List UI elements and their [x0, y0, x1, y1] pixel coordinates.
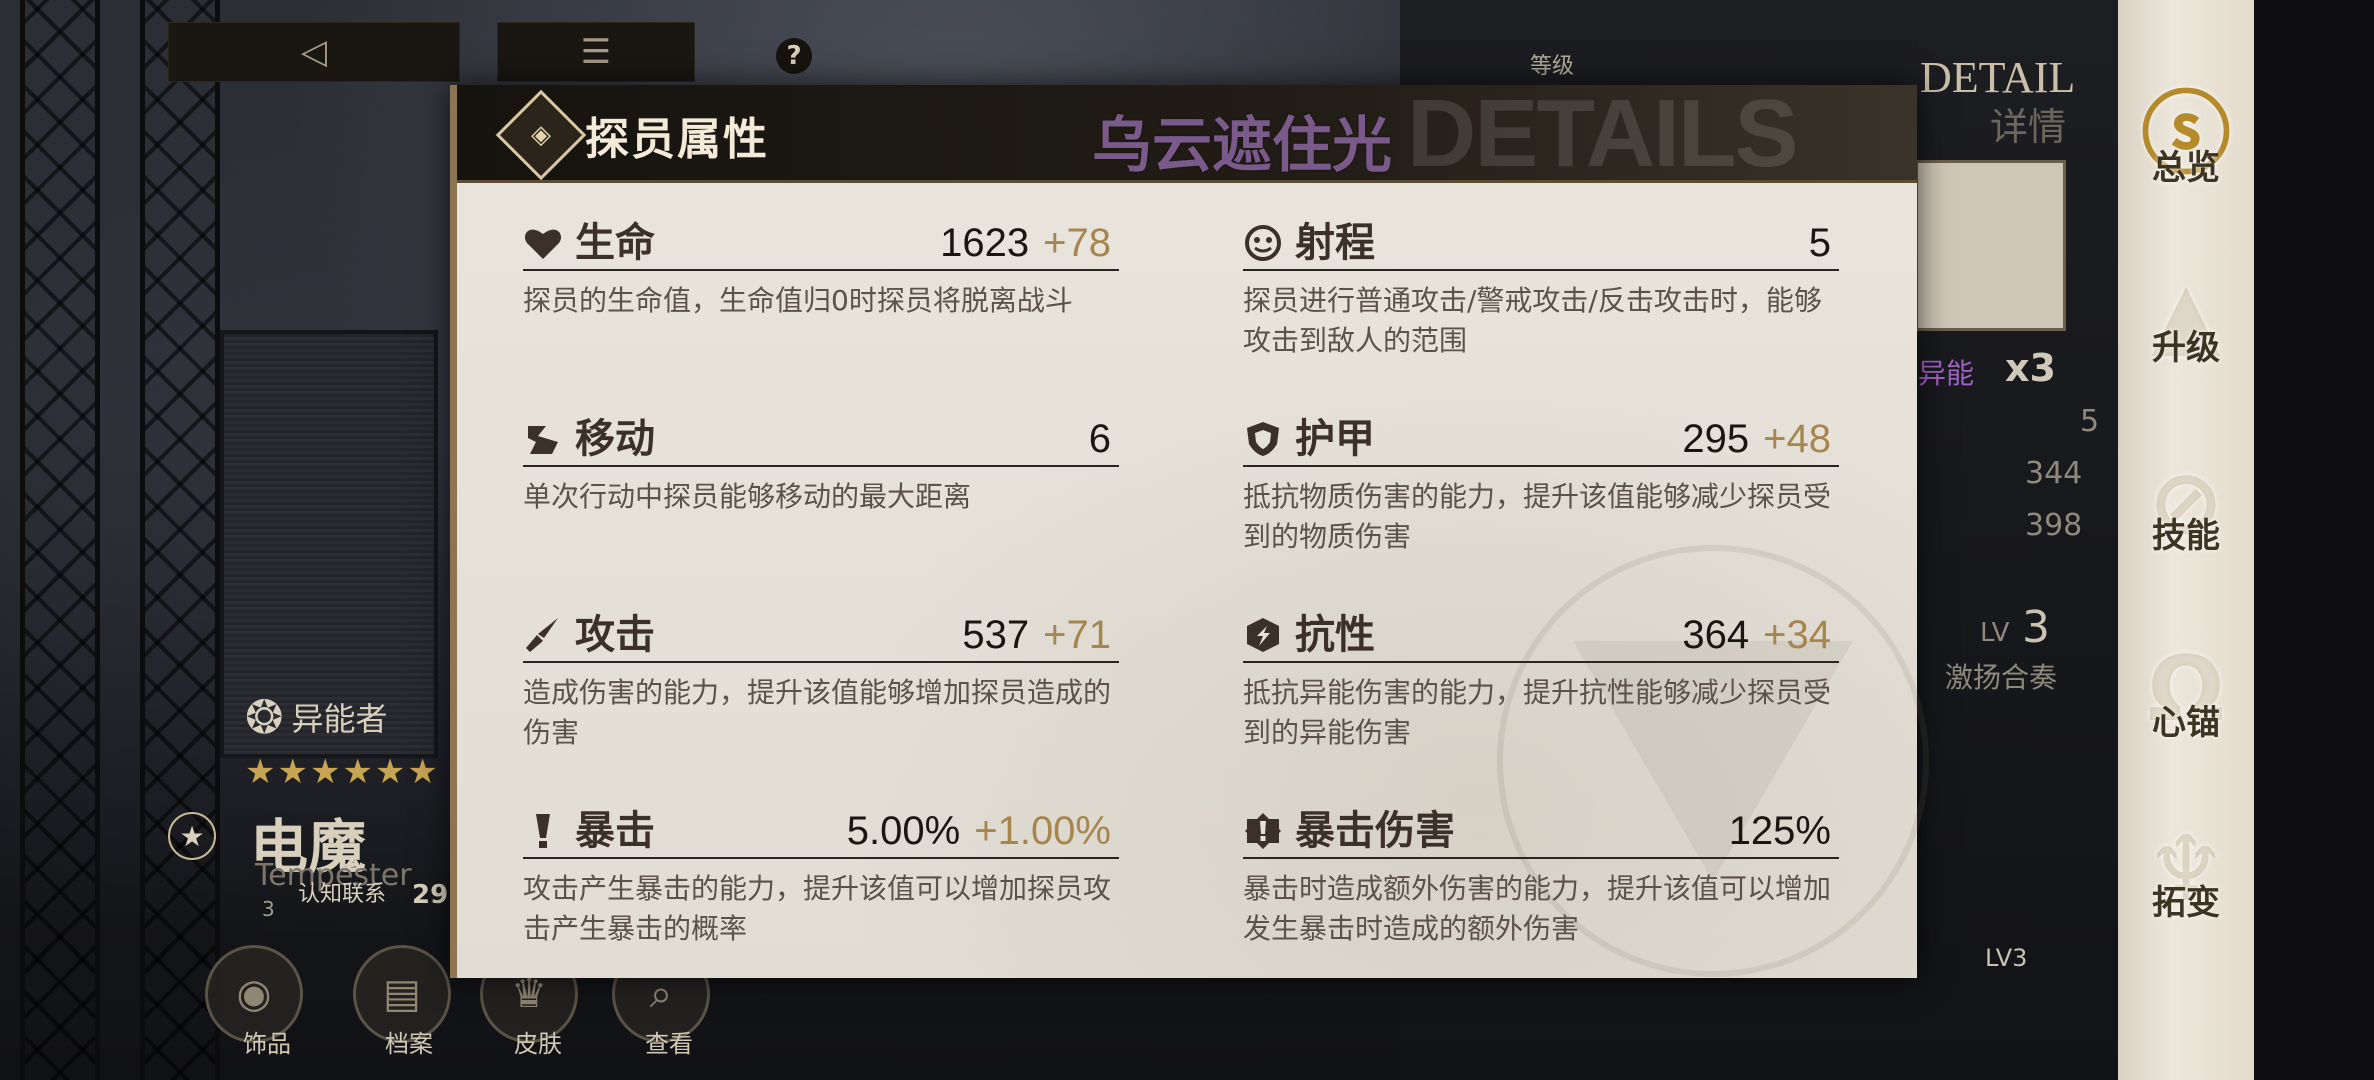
- stat-bonus-value: +48: [1763, 417, 1831, 461]
- heart-icon: [523, 223, 563, 263]
- side-item-transform[interactable]: ♆ 拓变: [2118, 825, 2254, 924]
- resist-shield-icon: [1243, 615, 1283, 655]
- stat-value: 398: [2025, 508, 2083, 543]
- shield-icon: [1243, 419, 1283, 459]
- stat-bonus-value: +78: [1043, 221, 1111, 265]
- stat-base-value: 295: [1682, 417, 1750, 461]
- stat-base-value: 5: [1808, 221, 1831, 265]
- view-label: 查看: [645, 1030, 693, 1058]
- attribute-modal: DETAILS ◈ 探员属性 乌云遮住光 生命 1623 +78 探员的生命值，生…: [450, 85, 1929, 978]
- back-button[interactable]: ◁: [168, 22, 460, 82]
- class-badge: ❂ 异能者: [245, 690, 388, 744]
- level-label: 等级: [1530, 54, 1575, 79]
- talent-label: 异能: [1918, 357, 1975, 390]
- stat-bonus-value: +71: [1043, 613, 1111, 657]
- stat-base-value: 6: [1088, 417, 1111, 461]
- stat-move: 移动 6 单次行动中探员能够移动的最大距离: [523, 413, 1119, 517]
- stat-description: 造成伤害的能力，提升该值能够增加探员造成的伤害: [523, 676, 1112, 749]
- boot-icon: [523, 419, 563, 459]
- modal-title: 探员属性: [585, 114, 769, 165]
- overlay-caption: 乌云遮住光: [1092, 111, 1392, 181]
- stat-base-value: 537: [962, 613, 1030, 657]
- stat-description: 抵抗物质伤害的能力，提升该值能够减少探员受到的物质伤害: [1243, 480, 1832, 553]
- document-icon: ▤: [383, 971, 421, 1017]
- weapon-card[interactable]: [1915, 160, 2066, 331]
- crit-damage-icon: [1243, 811, 1283, 851]
- stat-description: 探员的生命值，生命值归0时探员将脱离战斗: [523, 284, 1073, 317]
- home-button[interactable]: ☰: [497, 22, 695, 82]
- stat-name: 射程: [1295, 220, 1375, 266]
- stage-truss: [140, 0, 220, 1080]
- side-item-heart-anchor[interactable]: Ω 心锚: [2118, 645, 2254, 744]
- lv-label: LV: [1980, 618, 2010, 648]
- archive-label: 档案: [385, 1030, 433, 1058]
- sword-icon: [523, 615, 563, 655]
- favorite-star-icon[interactable]: ★: [168, 812, 216, 860]
- stat-bonus-value: +1.00%: [974, 809, 1111, 853]
- stat-base-value: 364: [1682, 613, 1750, 657]
- stat-name: 暴击伤害: [1295, 808, 1455, 854]
- stat-base-value: 1623: [940, 221, 1030, 265]
- help-button[interactable]: ?: [776, 38, 812, 74]
- side-item-overview[interactable]: ⓢ 总览: [2118, 90, 2254, 189]
- stat-crit: 暴击 5.00% +1.00% 攻击产生暴击的能力，提升该值可以增加探员攻击产生暴…: [523, 805, 1119, 949]
- stat-name: 暴击: [575, 808, 655, 854]
- modal-header: DETAILS ◈ 探员属性 乌云遮住光: [457, 85, 1917, 183]
- lv-value: 3: [2022, 602, 2050, 653]
- stat-name: 攻击: [575, 612, 655, 658]
- stat-range: 射程 5 探员进行普通攻击/警戒攻击/反击攻击时，能够攻击到敌人的范围: [1243, 217, 1839, 361]
- mask-icon: ◉: [236, 971, 272, 1017]
- header-watermark: DETAILS: [1407, 85, 1799, 183]
- stat-name: 抗性: [1295, 612, 1375, 658]
- bond-label: 认知联系: [298, 882, 387, 907]
- exclamation-icon: [523, 811, 563, 851]
- accessory-label: 饰品: [243, 1030, 291, 1058]
- stat-crit-damage: 暴击伤害 125% 暴击时造成额外伤害的能力，提升该值可以增加发生暴击时造成的额…: [1243, 805, 1839, 949]
- psychic-class-icon: ❂: [245, 690, 284, 744]
- stat-hp: 生命 1623 +78 探员的生命值，生命值归0时探员将脱离战斗: [523, 217, 1119, 321]
- stat-armor: 护甲 295 +48 抵抗物质伤害的能力，提升该值能够减少探员受到的物质伤害: [1243, 413, 1839, 557]
- side-menu: ⓢ 总览 ▲ 升级 ⊘ 技能 Ω 心锚 ♆ 拓变: [2118, 0, 2254, 1080]
- stat-resistance: 抗性 364 +34 抵抗异能伤害的能力，提升抗性能够减少探员受到的异能伤害: [1243, 609, 1839, 753]
- stat-description: 单次行动中探员能够移动的最大距离: [523, 480, 972, 513]
- back-triangle-icon: ◁: [300, 32, 328, 72]
- skill-name: 激扬合奏: [1945, 661, 2058, 694]
- screen-edge: [2254, 0, 2374, 1080]
- stat-value: 5: [2080, 404, 2100, 439]
- stat-base-value: 125%: [1728, 809, 1831, 853]
- stat-bonus-value: +34: [1763, 613, 1831, 657]
- skin-label: 皮肤: [514, 1030, 562, 1058]
- stat-description: 暴击时造成额外伤害的能力，提升该值可以增加发生暴击时造成的额外伤害: [1243, 872, 1832, 945]
- agent-icon: ◈: [495, 89, 587, 181]
- bond-value: 29: [412, 880, 449, 910]
- stat-name: 移动: [575, 416, 655, 462]
- stat-description: 抵抗异能伤害的能力，提升抗性能够减少探员受到的异能伤害: [1243, 676, 1832, 749]
- item-level: LV3: [1985, 944, 2028, 972]
- talent-count: x3: [2005, 346, 2056, 390]
- stat-value: 344: [2025, 456, 2083, 491]
- stat-attack: 攻击 537 +71 造成伤害的能力，提升该值能够增加探员造成的伤害: [523, 609, 1119, 753]
- side-item-skill[interactable]: ⊘ 技能: [2118, 458, 2254, 557]
- home-icon: ☰: [580, 32, 612, 72]
- stage-truss: [20, 0, 100, 1080]
- detail-cn-label: 详情: [1990, 105, 2067, 149]
- stat-name: 护甲: [1295, 416, 1375, 462]
- side-item-upgrade[interactable]: ▲ 升级: [2118, 270, 2254, 369]
- stat-description: 探员进行普通攻击/警戒攻击/反击攻击时，能够攻击到敌人的范围: [1243, 284, 1822, 357]
- bond-level: 3: [262, 897, 275, 921]
- target-icon: [1243, 223, 1283, 263]
- rarity-stars: ★★★★★★: [245, 752, 440, 792]
- stat-base-value: 5.00%: [846, 809, 961, 853]
- stat-description: 攻击产生暴击的能力，提升该值可以增加探员攻击产生暴击的概率: [523, 872, 1112, 945]
- stat-name: 生命: [575, 220, 655, 266]
